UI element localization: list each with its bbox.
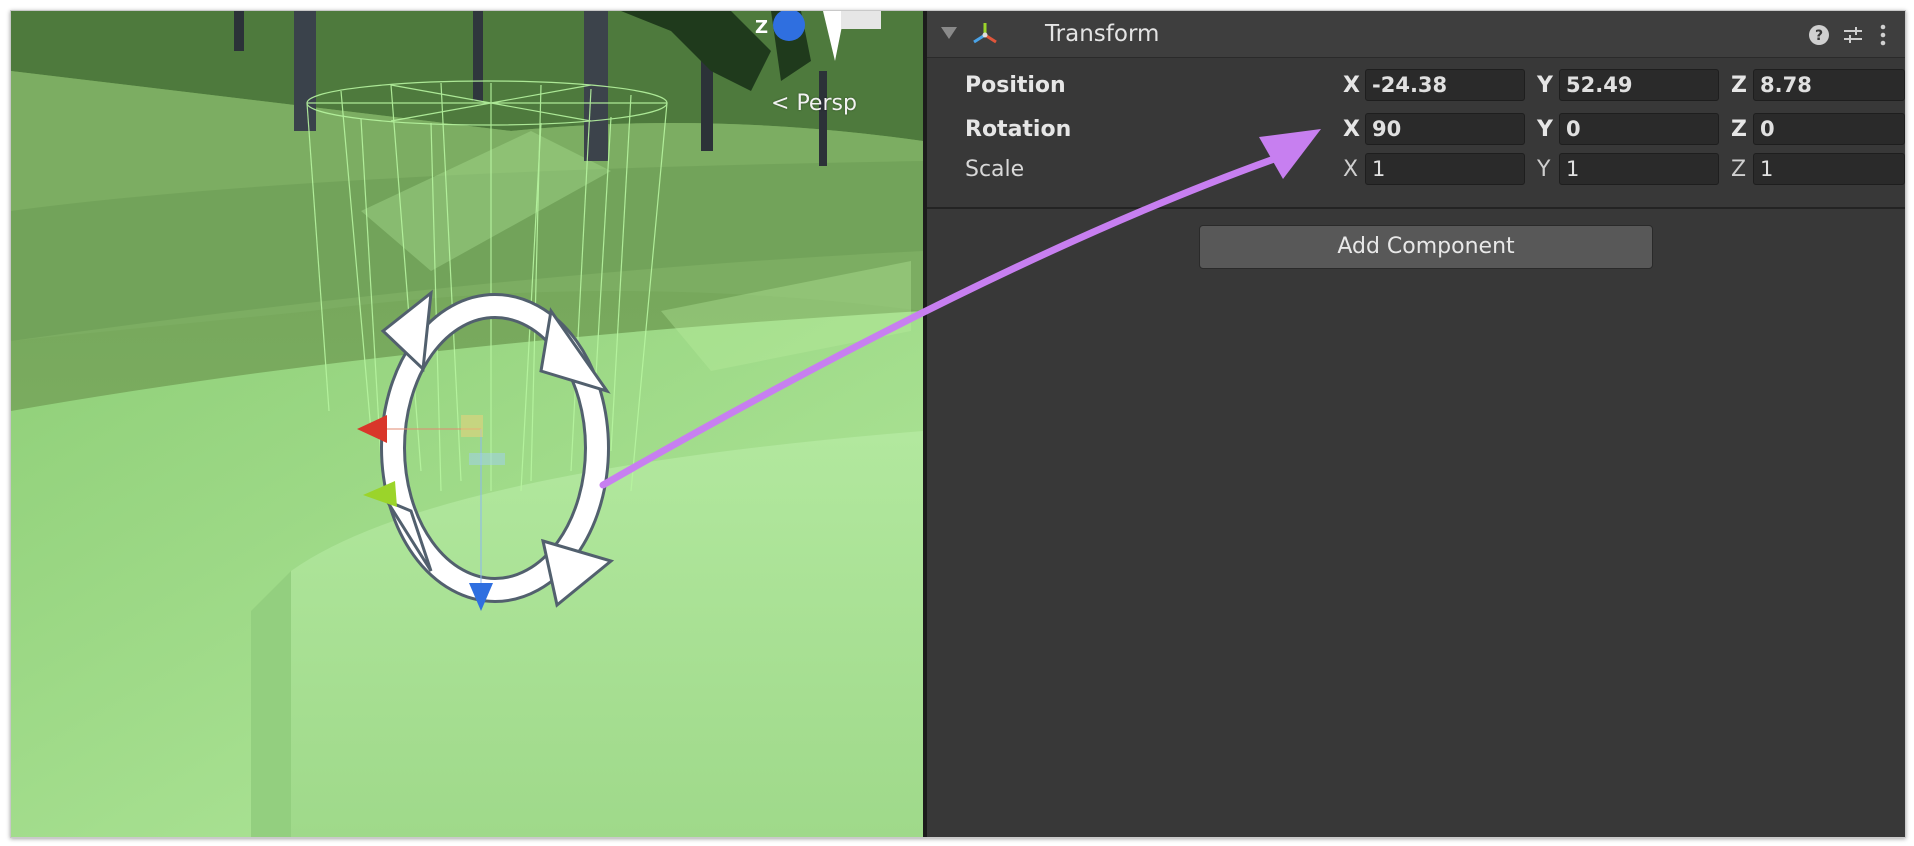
rotation-x-label[interactable]: X [1343,117,1360,142]
scene-terrain [11,11,923,837]
position-y-field[interactable]: 52.49 [1559,69,1719,101]
add-component-button[interactable]: Add Component [1199,225,1653,269]
more-options-icon[interactable] [1871,23,1895,47]
rotation-y-label[interactable]: Y [1537,117,1553,142]
inspector-panel: Transform ? Position X -24.38 Y 52.49 Z … [927,11,1905,837]
scale-y-label[interactable]: Y [1537,157,1550,182]
position-x-field[interactable]: -24.38 [1365,69,1525,101]
perspective-label: Persp [796,91,857,116]
help-icon[interactable]: ? [1807,23,1831,47]
foldout-arrow-icon[interactable] [941,27,957,39]
gizmo-z-axis-label: Z [755,17,769,38]
scale-z-label[interactable]: Z [1731,157,1746,182]
rotation-x-field[interactable]: 90 [1365,113,1525,145]
position-label: Position [965,73,1066,98]
scene-view[interactable]: Z < Persp [11,11,923,837]
screenshot-frame: Z < Persp Transform ? Position X -24.38 … [10,10,1906,838]
scale-label: Scale [965,157,1025,182]
rotation-z-label[interactable]: Z [1731,117,1747,142]
component-title: Transform [1045,21,1160,47]
position-z-field[interactable]: 8.78 [1753,69,1905,101]
perspective-toggle[interactable]: < Persp [771,91,857,116]
svg-text:?: ? [1815,28,1823,44]
scale-y-field[interactable]: 1 [1559,153,1719,185]
scale-x-field[interactable]: 1 [1365,153,1525,185]
component-separator [927,207,1905,209]
preset-icon[interactable] [1841,23,1865,47]
rotation-y-field[interactable]: 0 [1559,113,1719,145]
scale-x-label[interactable]: X [1343,157,1358,182]
rotation-z-field[interactable]: 0 [1753,113,1905,145]
transform-icon [973,23,997,44]
scale-z-field[interactable]: 1 [1753,153,1905,185]
transform-component-header[interactable]: Transform ? [927,11,1905,58]
position-z-label[interactable]: Z [1731,73,1747,98]
chevron-left-icon: < [771,91,790,116]
rotation-label: Rotation [965,117,1072,142]
position-y-label[interactable]: Y [1537,73,1553,98]
position-x-label[interactable]: X [1343,73,1360,98]
